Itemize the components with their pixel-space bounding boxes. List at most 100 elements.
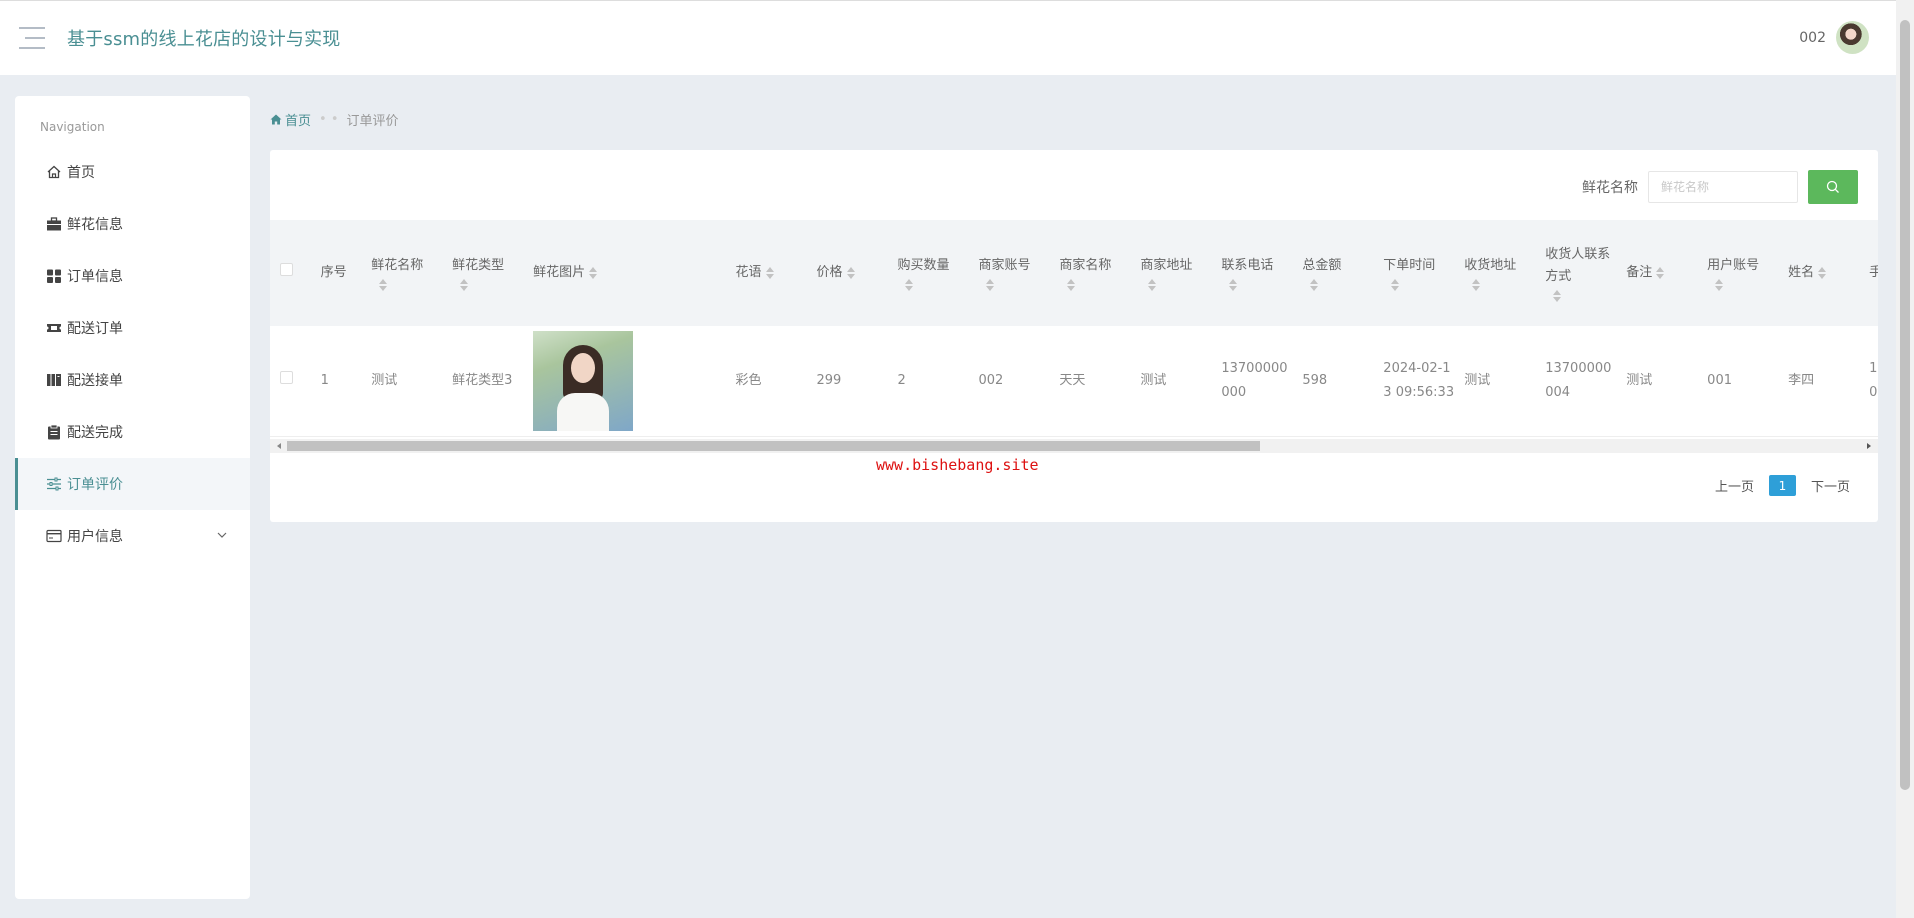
column-header[interactable]: 手机 xyxy=(1869,220,1878,326)
sidebar-item-home[interactable]: 首页 xyxy=(15,146,250,198)
column-header[interactable]: 价格 xyxy=(817,220,898,326)
cell-name: 李四 xyxy=(1788,372,1815,388)
sort-icon[interactable] xyxy=(905,279,914,291)
sidebar-item-delivery-orders[interactable]: 配送订单 xyxy=(15,302,250,354)
sidebar-item-label: 配送完成 xyxy=(67,425,123,441)
column-header[interactable]: 姓名 xyxy=(1788,220,1869,326)
column-header[interactable]: 收货地址 xyxy=(1464,220,1545,326)
book-icon xyxy=(46,372,62,388)
cell-receiver-phone: 13700000004 xyxy=(1545,360,1612,400)
row-checkbox[interactable] xyxy=(280,370,293,384)
page-scrollbar[interactable] xyxy=(1896,0,1914,918)
sort-icon[interactable] xyxy=(589,266,598,279)
column-header[interactable]: 总金额 xyxy=(1302,220,1383,326)
sidebar-item-label: 鲜花信息 xyxy=(67,217,123,233)
column-header[interactable]: 鲜花图片 xyxy=(533,220,735,326)
sidebar-item-label: 订单信息 xyxy=(67,269,123,285)
column-header[interactable]: 备注 xyxy=(1626,220,1707,326)
cell-user-account: 001 xyxy=(1707,372,1732,388)
sidebar-item-delivery-accept[interactable]: 配送接单 xyxy=(15,354,250,406)
select-all-cell xyxy=(270,220,321,326)
sort-icon[interactable] xyxy=(1472,279,1481,291)
clipboard-icon xyxy=(46,424,62,440)
cell-flower-language: 彩色 xyxy=(735,372,762,388)
table-row[interactable]: 1 测试 鲜花类型3 彩色 299 2 002 天天 测试 1370000000… xyxy=(270,326,1878,436)
search-bar: 鲜花名称 xyxy=(1582,170,1858,204)
menu-toggle-icon[interactable] xyxy=(19,27,45,49)
data-table: 序号 鲜花名称 鲜花类型 鲜花图片 花语 价格 购买数量 商家账号 商家名称 商… xyxy=(270,220,1878,437)
table-horizontal-scrollbar[interactable] xyxy=(270,439,1878,453)
sidebar-item-orders[interactable]: 订单信息 xyxy=(15,250,250,302)
cell-mobile: 13700000001 xyxy=(1869,360,1878,400)
app-title: 基于ssm的线上花店的设计与实现 xyxy=(67,29,341,50)
sort-icon[interactable] xyxy=(846,266,855,279)
user-name[interactable]: 002 xyxy=(1799,30,1826,46)
search-icon xyxy=(1826,180,1839,193)
column-header[interactable]: 用户账号 xyxy=(1707,220,1788,326)
sidebar-item-label: 配送订单 xyxy=(67,321,123,337)
sort-icon[interactable] xyxy=(1656,266,1665,279)
scroll-right-icon[interactable] xyxy=(1867,443,1874,449)
column-header[interactable]: 商家名称 xyxy=(1059,220,1140,326)
sort-icon[interactable] xyxy=(1818,266,1827,279)
column-header: 序号 xyxy=(320,265,347,280)
column-header[interactable]: 下单时间 xyxy=(1383,220,1464,326)
home-icon xyxy=(46,164,62,180)
sort-icon[interactable] xyxy=(1148,279,1157,291)
sidebar-item-flowers[interactable]: 鲜花信息 xyxy=(15,198,250,250)
sort-icon[interactable] xyxy=(1067,279,1076,291)
sliders-icon xyxy=(46,476,62,492)
cell-flower-name: 测试 xyxy=(371,372,398,388)
cell-price: 299 xyxy=(816,372,842,388)
select-all-checkbox[interactable] xyxy=(280,263,293,276)
scroll-left-icon[interactable] xyxy=(274,443,281,449)
sort-icon[interactable] xyxy=(1553,290,1562,302)
page-scrollbar-thumb[interactable] xyxy=(1900,20,1910,790)
sort-icon[interactable] xyxy=(765,266,774,279)
sort-icon[interactable] xyxy=(460,279,469,291)
next-page-button[interactable]: 下一页 xyxy=(1811,476,1850,495)
column-header[interactable]: 商家账号 xyxy=(978,220,1059,326)
column-header[interactable]: 收货人联系方式 xyxy=(1545,220,1626,326)
sort-icon[interactable] xyxy=(1391,279,1400,291)
cell-flower-type: 鲜花类型3 xyxy=(452,372,513,388)
column-header[interactable]: 鲜花类型 xyxy=(452,220,533,326)
column-header[interactable]: 商家地址 xyxy=(1140,220,1221,326)
search-button[interactable] xyxy=(1808,170,1858,204)
sort-icon[interactable] xyxy=(379,279,388,291)
sidebar: Navigation 首页 鲜花信息 订单信息 配送订单 配送接单 配送完成 订… xyxy=(15,96,250,899)
sort-icon[interactable] xyxy=(1229,279,1238,291)
cell-order-time: 2024-02-13 09:56:33 xyxy=(1383,360,1455,400)
cell-phone: 13700000000 xyxy=(1221,360,1288,400)
sort-icon[interactable] xyxy=(1310,279,1319,291)
pagination: 上一页 1 下一页 xyxy=(1715,475,1850,496)
page-number-current[interactable]: 1 xyxy=(1768,475,1796,496)
column-header[interactable]: 鲜花名称 xyxy=(371,220,452,326)
sidebar-item-order-review[interactable]: 订单评价 xyxy=(15,458,250,510)
cell-merchant-name: 天天 xyxy=(1059,372,1086,388)
sidebar-item-delivery-done[interactable]: 配送完成 xyxy=(15,406,250,458)
home-icon xyxy=(270,114,282,125)
sidebar-item-label: 配送接单 xyxy=(67,373,123,389)
breadcrumb-separator: • • xyxy=(319,112,339,127)
prev-page-button[interactable]: 上一页 xyxy=(1715,476,1754,495)
sidebar-item-label: 用户信息 xyxy=(67,529,123,545)
cell-total: 598 xyxy=(1302,372,1328,388)
scrollbar-thumb[interactable] xyxy=(287,441,1260,451)
sort-icon[interactable] xyxy=(1715,279,1724,291)
column-header[interactable]: 联系电话 xyxy=(1221,220,1302,326)
column-header[interactable]: 花语 xyxy=(736,220,817,326)
flower-image[interactable] xyxy=(533,330,634,431)
search-input[interactable] xyxy=(1648,171,1798,203)
cell-quantity: 2 xyxy=(897,372,906,388)
cell-flower-image xyxy=(533,326,735,436)
chevron-down-icon[interactable] xyxy=(216,529,228,541)
avatar[interactable] xyxy=(1836,21,1869,54)
user-area[interactable]: 002 xyxy=(1799,21,1869,54)
sort-icon[interactable] xyxy=(986,279,995,291)
sidebar-item-user-info[interactable]: 用户信息 xyxy=(15,510,250,562)
breadcrumb-home[interactable]: 首页 xyxy=(270,110,311,129)
breadcrumb-home-label[interactable]: 首页 xyxy=(285,110,311,129)
search-label: 鲜花名称 xyxy=(1582,180,1638,196)
column-header[interactable]: 购买数量 xyxy=(897,220,978,326)
